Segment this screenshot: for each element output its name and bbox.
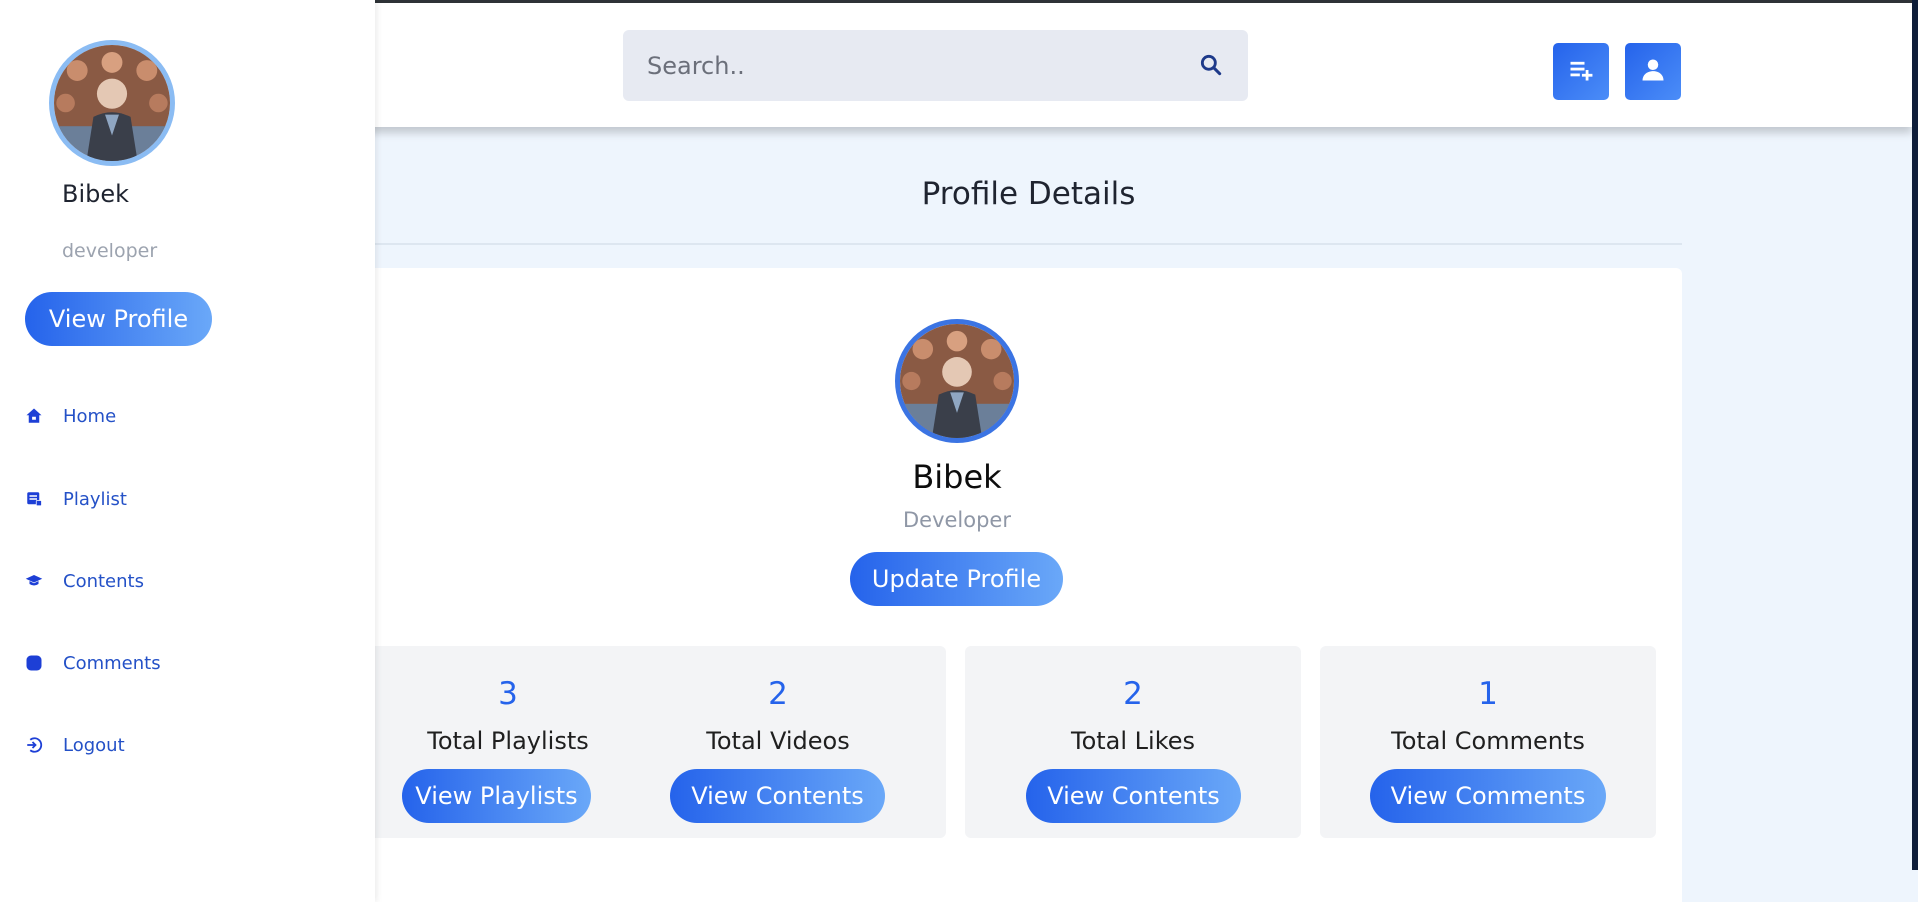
sidebar-item-label: Home <box>63 405 117 427</box>
stat-label: Total Likes <box>1070 727 1196 755</box>
sidebar-item-home[interactable]: Home <box>25 401 116 431</box>
stat-card-videos: 2 Total Videos View Contents <box>610 646 946 838</box>
sidebar-item-label: Comments <box>63 652 161 674</box>
sidebar-user-name: Bibek <box>62 180 130 208</box>
add-playlist-button[interactable] <box>1553 43 1609 100</box>
playlist-icon <box>25 490 43 508</box>
playlist-add-icon <box>1567 56 1595 88</box>
sidebar-item-comments[interactable]: Comments <box>25 648 161 678</box>
sidebar-user-role: developer <box>62 240 158 262</box>
stat-value: 1 <box>1478 676 1498 712</box>
view-profile-button[interactable]: View Profile <box>25 292 212 346</box>
title-divider <box>375 243 1682 245</box>
sidebar-item-contents[interactable]: Contents <box>25 566 144 596</box>
home-icon <box>25 407 43 425</box>
search-box <box>623 30 1248 101</box>
sidebar-item-playlist[interactable]: Playlist <box>25 484 127 514</box>
search-icon[interactable] <box>1198 52 1224 78</box>
stat-card-comments: 1 Total Comments View Comments <box>1320 646 1656 838</box>
stat-label: Total Comments <box>1391 727 1585 755</box>
profile-name: Bibek <box>912 458 1002 496</box>
search-input[interactable] <box>647 30 1167 101</box>
update-profile-button[interactable]: Update Profile <box>850 552 1063 606</box>
sidebar-item-label: Contents <box>63 570 144 592</box>
sidebar-avatar <box>49 40 175 166</box>
view-contents-button[interactable]: View Contents <box>1026 769 1241 823</box>
profile-avatar <box>895 319 1019 443</box>
stat-value: 2 <box>768 676 788 712</box>
profile-role: Developer <box>902 508 1011 532</box>
sidebar-item-label: Logout <box>63 734 125 756</box>
stat-card-likes: 2 Total Likes View Contents <box>965 646 1301 838</box>
logout-icon <box>25 736 43 754</box>
profile-card: Bibek Developer Update Profile 3 Total P… <box>340 268 1682 902</box>
window-edge <box>1912 0 1918 870</box>
user-button[interactable] <box>1625 43 1681 100</box>
view-comments-button[interactable]: View Comments <box>1370 769 1606 823</box>
page-title: Profile Details <box>921 176 1136 212</box>
sidebar-item-logout[interactable]: Logout <box>25 730 125 760</box>
view-contents-button[interactable]: View Contents <box>670 769 885 823</box>
stat-value: 2 <box>1123 676 1143 712</box>
view-playlists-button[interactable]: View Playlists <box>402 769 591 823</box>
sidebar-item-label: Playlist <box>63 488 127 510</box>
stat-label: Total Videos <box>706 727 850 755</box>
comment-icon <box>25 654 43 672</box>
user-icon <box>1639 56 1667 88</box>
graduation-cap-icon <box>25 572 43 590</box>
sidebar: Bibek developer View Profile Home Playli… <box>0 0 375 902</box>
